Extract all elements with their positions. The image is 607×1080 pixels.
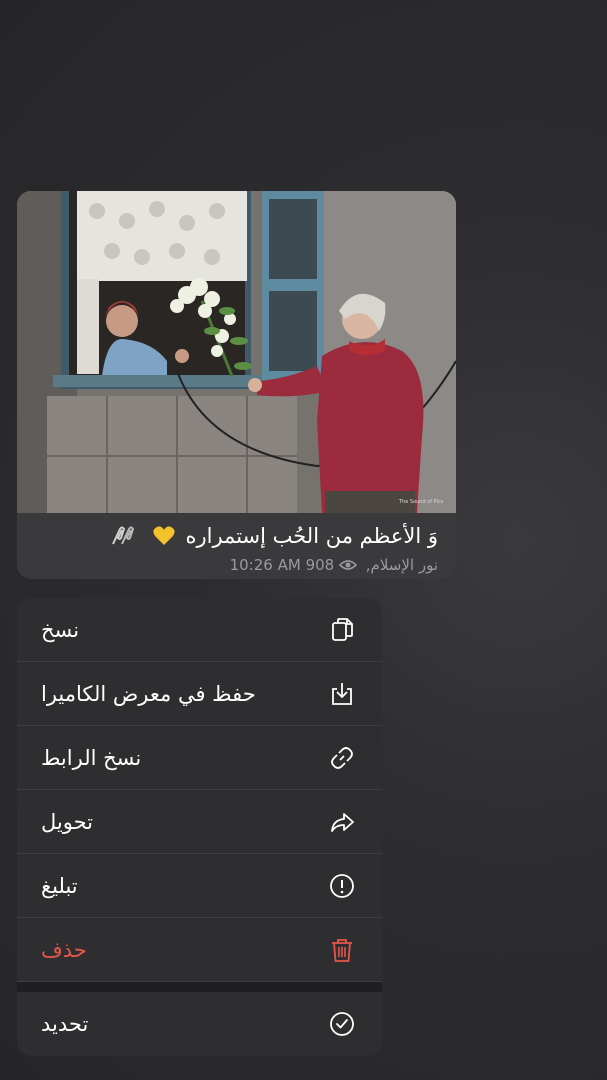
photo-illustration: The Sound of Pics <box>17 191 456 513</box>
menu-separator <box>17 982 382 992</box>
trash-icon <box>332 939 352 962</box>
menu-item-label: نسخ <box>41 618 80 642</box>
context-menu: نسخ حفظ في معرض الكاميرا نسخ الرابط تحوي… <box>17 598 382 1056</box>
menu-item-label: نسخ الرابط <box>41 746 142 770</box>
yellow-heart-icon <box>153 526 175 545</box>
menu-item-copy-link[interactable]: نسخ الرابط <box>17 726 382 790</box>
menu-item-label: تحويل <box>41 810 93 834</box>
photo-watermark: The Sound of Pics <box>398 499 444 505</box>
paperclips-icon <box>112 526 135 545</box>
menu-item-report[interactable]: تبليغ <box>17 854 382 918</box>
menu-item-delete[interactable]: حذف <box>17 918 382 982</box>
menu-item-select[interactable]: تحديد <box>17 992 382 1056</box>
eye-icon <box>338 560 357 570</box>
message-caption: وَ الأعظم من الحُب إستمراره <box>35 521 438 551</box>
message-bubble[interactable]: The Sound of Pics وَ الأعظم من الحُب إست… <box>17 191 456 579</box>
message-photo[interactable]: The Sound of Pics <box>17 191 456 513</box>
menu-item-label: تبليغ <box>41 874 78 898</box>
menu-item-forward[interactable]: تحويل <box>17 790 382 854</box>
copy-icon <box>332 618 353 641</box>
view-count: 908 <box>305 556 335 574</box>
checkmark-circle-icon <box>330 1012 354 1036</box>
message-author: نور الإسلام, <box>365 556 438 574</box>
menu-item-save-to-gallery[interactable]: حفظ في معرض الكاميرا <box>17 662 382 726</box>
menu-item-copy[interactable]: نسخ <box>17 598 382 662</box>
link-icon <box>331 747 353 769</box>
menu-item-label: حفظ في معرض الكاميرا <box>41 682 256 706</box>
message-meta: 10:26 AM نور الإسلام, 908 <box>230 555 438 575</box>
forward-icon <box>331 813 354 832</box>
message-time: 10:26 AM <box>229 556 301 574</box>
menu-item-label: تحديد <box>41 1012 89 1036</box>
report-icon <box>330 874 354 898</box>
save-to-gallery-icon <box>332 683 352 705</box>
caption-text: وَ الأعظم من الحُب إستمراره <box>185 524 438 548</box>
menu-item-label: حذف <box>41 938 87 962</box>
